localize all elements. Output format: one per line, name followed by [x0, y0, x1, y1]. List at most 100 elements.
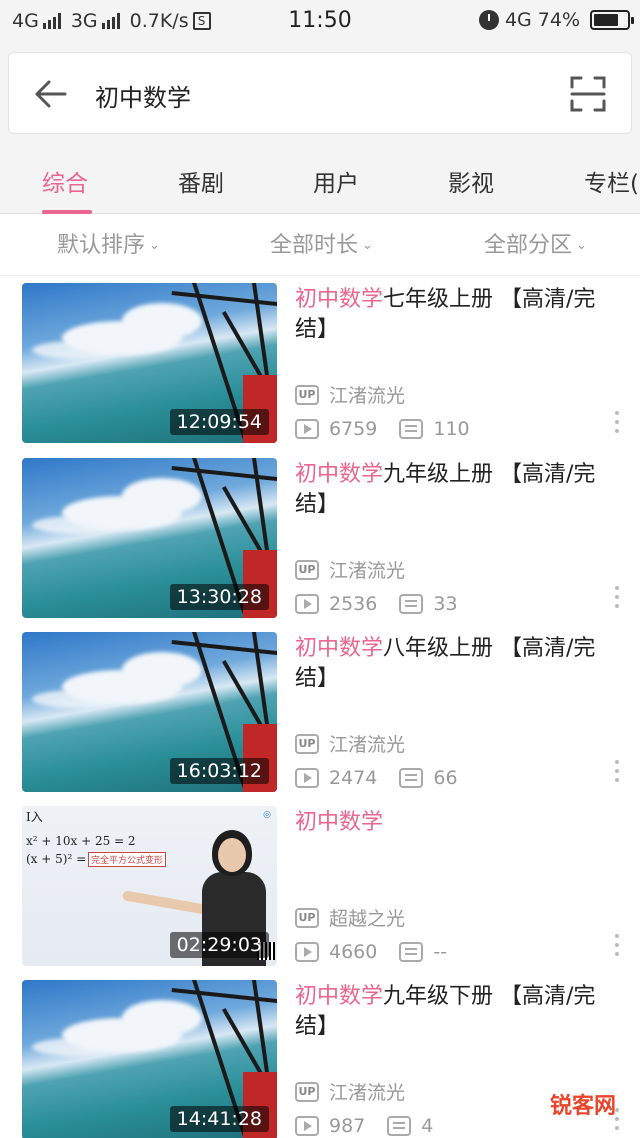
- scan-icon[interactable]: [569, 75, 607, 113]
- danmaku-icon: [399, 594, 424, 614]
- chevron-down-icon: ⌄: [362, 238, 373, 253]
- more-options-icon[interactable]: [614, 760, 620, 788]
- filter-partition-label: 全部分区: [484, 233, 573, 258]
- video-title[interactable]: 初中数学八年级上册 【高清/完结】: [295, 634, 617, 694]
- video-item[interactable]: 12:09:54 初中数学七年级上册 【高清/完结】 UP 江渚流光 6759 110: [0, 283, 640, 457]
- danmaku-count: 33: [433, 593, 458, 615]
- tab-all[interactable]: 综合: [42, 164, 88, 198]
- channel-logo: ◎: [263, 810, 271, 820]
- up-badge-icon: UP: [295, 907, 319, 928]
- filter-duration[interactable]: 全部时长 ⌄: [270, 227, 373, 259]
- search-header: 初中数学: [0, 44, 640, 146]
- play-count-icon: [295, 768, 319, 788]
- up-badge-icon: UP: [295, 1081, 319, 1102]
- uploader-row[interactable]: UP 江渚流光: [295, 730, 405, 757]
- video-duration: 12:09:54: [169, 409, 269, 435]
- video-duration: 02:29:03: [169, 932, 269, 958]
- uploader-name: 江渚流光: [329, 1082, 406, 1104]
- play-count: 2474: [329, 767, 378, 789]
- video-title[interactable]: 初中数学七年级上册 【高清/完结】: [295, 285, 617, 345]
- chevron-down-icon: ⌄: [576, 238, 587, 253]
- title-highlight: 初中数学: [295, 984, 384, 1009]
- alarm-icon: [478, 10, 499, 30]
- video-thumbnail[interactable]: 14:41:28: [22, 980, 277, 1138]
- video-title[interactable]: 初中数学九年级下册 【高清/完结】: [295, 982, 617, 1042]
- watermark: 锐客网: [549, 1094, 616, 1119]
- uploader-name: 江渚流光: [329, 734, 406, 756]
- play-count-icon: [295, 419, 319, 439]
- tab-movies[interactable]: 影视: [448, 164, 494, 198]
- play-count: 2536: [329, 593, 378, 615]
- lesson-equation: x² + 10x + 25 = 2: [26, 834, 136, 848]
- uploader-name: 江渚流光: [329, 385, 406, 407]
- filter-bar: 默认排序 ⌄ 全部时长 ⌄ 全部分区 ⌄: [0, 214, 640, 276]
- battery-icon: [590, 10, 634, 30]
- uploader-row[interactable]: UP 超越之光: [295, 904, 405, 931]
- filter-sort-label: 默认排序: [57, 233, 146, 258]
- uploader-row[interactable]: UP 江渚流光: [295, 556, 405, 583]
- danmaku-icon: [399, 419, 424, 439]
- video-thumbnail[interactable]: 12:09:54: [22, 283, 277, 443]
- danmaku-icon: [387, 1116, 412, 1136]
- video-item[interactable]: 14:41:28 初中数学九年级下册 【高清/完结】 UP 江渚流光 987 4: [0, 980, 640, 1138]
- title-highlight: 初中数学: [295, 287, 384, 312]
- search-query[interactable]: 初中数学: [95, 78, 191, 113]
- video-duration: 16:03:12: [169, 758, 269, 784]
- uploader-row[interactable]: UP 江渚流光: [295, 1078, 405, 1105]
- lesson-tag: 完全平方公式变形: [88, 852, 167, 867]
- video-duration: 14:41:28: [169, 1106, 269, 1132]
- uploader-name: 江渚流光: [329, 560, 406, 582]
- chevron-down-icon: ⌄: [149, 238, 160, 253]
- video-thumbnail[interactable]: 16:03:12: [22, 632, 277, 792]
- stats-row: 4660 --: [295, 941, 447, 963]
- title-highlight: 初中数学: [295, 462, 384, 487]
- danmaku-icon: [399, 942, 424, 962]
- tab-bangumi[interactable]: 番剧: [178, 164, 224, 198]
- tab-bar: 综合 番剧 用户 影视 专栏(: [0, 146, 640, 214]
- battery-percent: 74%: [537, 9, 580, 31]
- tab-articles[interactable]: 专栏(: [584, 164, 639, 198]
- play-count-icon: [295, 942, 319, 962]
- title-highlight: 初中数学: [295, 636, 384, 661]
- video-item[interactable]: I入 x² + 10x + 25 = 2 (x + 5)² = 2 完全平方公式变形 ◎…: [0, 806, 640, 980]
- play-count: 4660: [329, 941, 378, 963]
- filter-duration-label: 全部时长: [270, 233, 359, 258]
- stats-row: 2536 33: [295, 593, 458, 615]
- video-title[interactable]: 初中数学: [295, 808, 617, 838]
- play-count: 6759: [329, 418, 378, 440]
- video-thumbnail[interactable]: I入 x² + 10x + 25 = 2 (x + 5)² = 2 完全平方公式变形 ◎…: [22, 806, 277, 966]
- video-title[interactable]: 初中数学九年级上册 【高清/完结】: [295, 460, 617, 520]
- video-thumbnail[interactable]: 13:30:28: [22, 458, 277, 618]
- uploader-name: 超越之光: [329, 908, 406, 930]
- arrow-left-icon[interactable]: [31, 77, 71, 111]
- danmaku-count: 66: [433, 767, 458, 789]
- video-duration: 13:30:28: [169, 584, 269, 610]
- up-badge-icon: UP: [295, 384, 319, 405]
- more-options-icon[interactable]: [614, 411, 620, 439]
- danmaku-count: --: [433, 941, 448, 963]
- up-badge-icon: UP: [295, 559, 319, 580]
- stats-row: 6759 110: [295, 418, 470, 440]
- play-count: 987: [329, 1115, 366, 1137]
- search-input[interactable]: 初中数学: [8, 52, 632, 134]
- lesson-corner-text: I入: [26, 810, 43, 824]
- play-count-icon: [295, 1116, 319, 1136]
- status-right: 4G 74%: [478, 9, 634, 31]
- tab-users[interactable]: 用户: [313, 164, 359, 198]
- stats-row: 987 4: [295, 1115, 433, 1137]
- network-label: 4G: [504, 9, 532, 31]
- danmaku-count: 110: [433, 418, 470, 440]
- more-options-icon[interactable]: [614, 934, 620, 962]
- play-count-icon: [295, 594, 319, 614]
- danmaku-icon: [399, 768, 424, 788]
- title-highlight: 初中数学: [295, 810, 384, 835]
- uploader-row[interactable]: UP 江渚流光: [295, 381, 405, 408]
- video-item[interactable]: 16:03:12 初中数学八年级上册 【高清/完结】 UP 江渚流光 2474 66: [0, 632, 640, 806]
- filter-partition[interactable]: 全部分区 ⌄: [484, 227, 587, 259]
- status-bar: 4G 3G 0.7K/s S 11:50 4G 74%: [0, 0, 640, 44]
- video-item[interactable]: 13:30:28 初中数学九年级上册 【高清/完结】 UP 江渚流光 2536 33: [0, 458, 640, 632]
- up-badge-icon: UP: [295, 733, 319, 754]
- danmaku-count: 4: [421, 1115, 434, 1137]
- filter-sort[interactable]: 默认排序 ⌄: [57, 227, 160, 259]
- more-options-icon[interactable]: [614, 586, 620, 614]
